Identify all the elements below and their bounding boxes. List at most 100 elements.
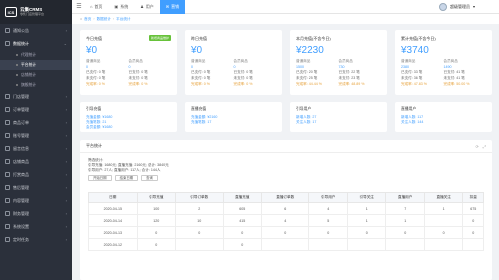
table-row: 2020-04-12 0 0 (88, 238, 484, 251)
top-nav-tab[interactable]: ⌂ 首页 (84, 0, 108, 14)
stat-card-title: 引导充值 (86, 107, 102, 111)
card-amount: ¥3740 (401, 45, 429, 56)
top-nav-tab[interactable]: ✉ 营销 (159, 0, 186, 14)
sidebar-item[interactable]: 店铺商品 › (0, 155, 72, 168)
summary-card: 昨日充值 ¥0 普通商品 会员商品 0 0 已支付: 0 笔已支付: 0 笔未支付: 0 笔… (185, 30, 282, 95)
sidebar-item[interactable]: 数据统计 ⌄ (0, 37, 72, 50)
table-cell: 2020-04-14 (88, 214, 138, 227)
sidebar-item-label: 店铺商品 (13, 158, 29, 164)
table-cell: 7 (385, 202, 425, 215)
card-value: 完成率: 50.00 % (443, 82, 470, 86)
table-cell (346, 238, 387, 251)
table-cell: 0 (175, 226, 224, 239)
sidebar-item-label: 账号管理 (13, 132, 29, 138)
sidebar-item[interactable]: 门店管理 › (0, 90, 72, 103)
stat-cards: 引导充值 充值金额: ¥1680 充值笔数: 21 会员金额: ¥1680 直播充值 充值… (80, 102, 492, 132)
breadcrumb-item: 平台统计 (116, 16, 131, 21)
sidebar-item[interactable]: 留言信息 › (0, 142, 72, 155)
user-icon: ♟ (140, 4, 144, 9)
card-value: 已支付: 41 笔 (443, 70, 465, 74)
table-cell: 100 (136, 202, 177, 215)
breadcrumb-item[interactable]: 数据统计 (97, 17, 111, 22)
card-details: 普通商品 会员商品 2380 1490 已支付: 33 笔 已支付: 41 笔未支付: 3… (401, 59, 486, 87)
card-details: 普通商品 会员商品 0 0 已支付: 0 笔已支付: 0 笔未支付: 0 笔未支付: 0… (191, 59, 276, 87)
query-button[interactable]: 查询 (141, 175, 158, 181)
stat-card: 引导用户 新增人数: 27 关注人数: 17 (290, 102, 387, 132)
card-amount: ¥2230 (296, 45, 324, 56)
sidebar-item[interactable]: 售后管理 › (0, 181, 72, 194)
table-cell: 0 (260, 226, 310, 239)
sidebar-subitem[interactable]: 店铺统计 (0, 70, 72, 80)
card-value: 完成率: 47.83 % (401, 82, 427, 86)
table-cell: 1 (385, 214, 425, 227)
sidebar-item-label: 系统设置 (13, 223, 29, 229)
stats-table: 日期 引导充值 引导订单数 直播充值 直播订单数 引导用户 引导关注 直播用户 直播关注 扣量 2… (88, 192, 484, 251)
top-nav-tab[interactable]: ♟ 用户 (134, 0, 160, 14)
home-icon[interactable]: ⌂ (80, 17, 82, 21)
table-header: 引导订单数 (175, 192, 224, 203)
card-value: 未支付: 25 笔 (296, 76, 318, 80)
bullet-icon (16, 54, 18, 56)
breadcrumb-item[interactable]: 首页 (84, 17, 91, 22)
sidebar-item[interactable]: 内容管理 › (0, 194, 72, 207)
menu-toggle-icon[interactable]: ☰ (74, 3, 84, 10)
logo[interactable]: ICS 云集CRMS 零售门店管理平台 (0, 0, 72, 24)
clock-icon (5, 237, 10, 242)
table-cell (260, 238, 310, 251)
sidebar-subitem[interactable]: 平台统计 (0, 60, 72, 70)
bullet-icon (16, 84, 18, 86)
stat-card-title: 直播充值 (191, 107, 207, 111)
top-nav-tab[interactable]: ▣ 系统 (108, 0, 134, 14)
sidebar-item[interactable]: 通知公告 › (0, 24, 72, 37)
chevron-icon: › (65, 198, 67, 203)
sidebar-item-label: 商品订单 (13, 119, 29, 125)
table-header: 直播用户 (385, 192, 425, 203)
table-cell: 1 (346, 214, 387, 227)
sidebar-subitem-label: 代理统计 (21, 52, 37, 57)
card-value: 未支付: 36 笔 (401, 76, 423, 80)
table-header: 引导充值 (136, 192, 177, 203)
table-header: 直播订单数 (260, 192, 310, 203)
card-value: 730 (338, 65, 345, 69)
table-cell: 2020-04-15 (88, 202, 138, 215)
expand-icon[interactable]: ⤢ (483, 144, 486, 149)
settings-icon (5, 224, 10, 229)
card-value: 完成率: 48.89 % (338, 82, 365, 86)
sidebar-item-label: 数据统计 (13, 40, 29, 46)
sidebar-item[interactable]: 商品订单 › (0, 116, 72, 129)
goods-icon (5, 120, 10, 125)
table-cell: 120 (136, 214, 177, 227)
sidebar-subitem[interactable]: 旗舰统计 (0, 80, 72, 90)
card-value: 未支付: 0 笔 (86, 76, 106, 80)
card-details: 普通商品 会员商品 0 0 已支付: 0 笔已支付: 0 笔未支付: 0 笔未支付: 0… (86, 59, 171, 87)
user-menu[interactable]: 超级管理员 ▾ (438, 2, 499, 11)
column-header: 普通商品 (86, 59, 101, 63)
table-header: 直播关注 (423, 192, 464, 203)
gift-icon (5, 172, 10, 177)
sidebar-item-label: 通知公告 (13, 27, 29, 33)
sidebar-item[interactable]: 系统设置 › (0, 220, 72, 233)
sidebar-item[interactable]: 财务管理 › (0, 207, 72, 220)
table-header: 引导关注 (346, 192, 387, 203)
logo-subtitle: 零售门店管理平台 (20, 12, 45, 16)
chevron-down-icon: ▾ (472, 4, 475, 9)
table-cell: 0 (222, 226, 263, 239)
table-cell: 2020-04-12 (88, 238, 138, 251)
column-header: 普通商品 (191, 59, 206, 63)
sidebar-subitem-label: 平台统计 (21, 62, 37, 67)
column-header: 会员商品 (443, 59, 458, 63)
stat-card-line: 关注人数: 144 (401, 120, 424, 124)
sidebar-item[interactable]: 账号管理 › (0, 129, 72, 142)
refresh-icon[interactable]: ⟳ (475, 144, 478, 149)
end-date-input[interactable]: 结束日期 (114, 175, 139, 181)
start-date-input[interactable]: 开始日期 (88, 175, 112, 181)
column-header: 普通商品 (296, 59, 311, 63)
sidebar-nav: 通知公告 › 数据统计 ⌄ 代理统计 平台统计 店铺统计 旗舰统计 门店管理 › 订单管理 › 商品订单… (0, 24, 72, 246)
sidebar-item[interactable]: 打赏商品 › (0, 168, 72, 181)
table-cell: 415 (222, 214, 263, 227)
sidebar-item[interactable]: 定时任务 › (0, 233, 72, 246)
sidebar-item[interactable]: 订单管理 › (0, 103, 72, 116)
sidebar-subitem[interactable]: 代理统计 (0, 50, 72, 60)
chart-icon (5, 41, 10, 46)
chevron-icon: › (65, 94, 67, 99)
